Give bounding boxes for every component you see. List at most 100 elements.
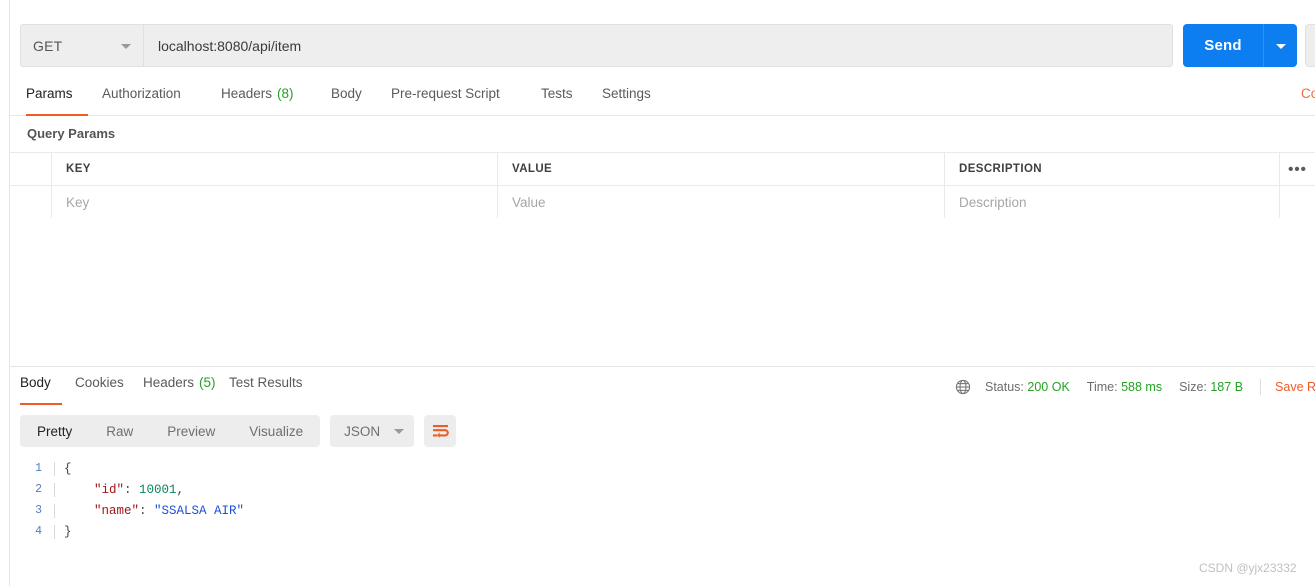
code-token: , <box>176 482 185 497</box>
code-token: : <box>139 503 155 518</box>
status-label: Status: <box>985 380 1024 394</box>
param-value-input[interactable]: Value <box>498 186 945 218</box>
row-actions <box>1280 186 1315 218</box>
query-params-title: Query Params <box>27 126 116 141</box>
tab-pre-request-script[interactable]: Pre-request Script <box>391 82 522 116</box>
tab-label: Pre-request Script <box>391 86 500 101</box>
response-tab-headers[interactable]: Headers (5) <box>143 371 217 405</box>
code-token: "id" <box>64 482 125 497</box>
response-view-mode-group: Pretty Raw Preview Visualize <box>20 415 321 447</box>
http-method-label: GET <box>33 37 63 54</box>
send-options-chevron-icon[interactable] <box>1263 24 1297 67</box>
view-mode-visualize[interactable]: Visualize <box>232 415 320 447</box>
tab-count: (8) <box>277 86 294 101</box>
header-value: VALUE <box>498 153 945 185</box>
cookies-link[interactable]: Co <box>1301 86 1315 101</box>
code-content: "name": "SSALSA AIR" <box>54 503 1300 518</box>
send-button-group: Send <box>1183 24 1297 67</box>
wrap-lines-button[interactable] <box>424 415 457 447</box>
tab-label: Settings <box>602 86 651 101</box>
postman-window: GET Send Params Authorization Headers (8)… <box>0 0 1315 586</box>
code-line: 1 { <box>20 458 1300 479</box>
header-checkbox-cell <box>10 153 52 185</box>
code-token: 10001 <box>139 482 177 497</box>
param-key-input[interactable]: Key <box>52 186 498 218</box>
query-params-table: KEY VALUE DESCRIPTION ••• Key Value Desc… <box>10 152 1315 219</box>
tab-label: Test Results <box>229 375 303 390</box>
table-row: Key Value Description <box>10 186 1315 219</box>
view-mode-raw[interactable]: Raw <box>89 415 150 447</box>
code-line: 3 "name": "SSALSA AIR" <box>20 500 1300 521</box>
save-response-link[interactable]: Save R <box>1275 380 1315 394</box>
size-badge: Size: 187 B <box>1179 380 1243 394</box>
code-content: "id": 10001, <box>54 482 1300 497</box>
time-label: Time: <box>1086 380 1118 394</box>
send-button[interactable]: Send <box>1183 24 1263 67</box>
header-key: KEY <box>52 153 498 185</box>
code-line: 4 } <box>20 521 1300 542</box>
row-checkbox[interactable] <box>10 186 52 218</box>
code-line: 2 "id": 10001, <box>20 479 1300 500</box>
view-mode-preview[interactable]: Preview <box>150 415 232 447</box>
save-request-button[interactable] <box>1305 24 1315 67</box>
globe-icon <box>955 379 971 395</box>
tab-count: (5) <box>199 375 216 390</box>
http-method-select[interactable]: GET <box>21 25 144 66</box>
wrap-lines-icon <box>432 424 449 438</box>
response-language-select[interactable]: JSON <box>330 415 415 447</box>
param-description-input[interactable]: Description <box>945 186 1280 218</box>
watermark: CSDN @yjx23332 <box>1199 561 1297 575</box>
tab-label: Body <box>331 86 362 101</box>
response-tab-test-results[interactable]: Test Results <box>229 371 318 405</box>
tab-label: Headers <box>143 375 195 390</box>
request-tab-bar: Params Authorization Headers (8) Body Pre… <box>10 82 1315 116</box>
line-number: 1 <box>35 462 42 475</box>
code-token: { <box>64 461 72 476</box>
chevron-down-icon <box>394 428 405 434</box>
tab-settings[interactable]: Settings <box>602 82 666 116</box>
table-header-row: KEY VALUE DESCRIPTION ••• <box>10 153 1315 186</box>
code-content: { <box>54 461 1300 476</box>
code-token: "SSALSA AIR" <box>154 503 245 518</box>
tab-authorization[interactable]: Authorization <box>102 82 207 116</box>
time-value: 588 ms <box>1121 380 1163 394</box>
language-label: JSON <box>344 423 381 439</box>
request-url-input[interactable] <box>144 25 1172 66</box>
tab-label: Cookies <box>75 375 124 390</box>
line-number: 2 <box>35 483 42 496</box>
code-token: : <box>124 482 140 497</box>
tab-label: Headers <box>221 86 273 101</box>
tab-params[interactable]: Params <box>26 82 88 116</box>
tab-label: Tests <box>541 86 573 101</box>
size-value: 187 B <box>1210 380 1244 394</box>
response-divider <box>10 366 1315 367</box>
request-url-bar: GET <box>20 24 1173 67</box>
response-meta-bar: Status: 200 OK Time: 588 ms Size: 187 B … <box>955 379 1315 395</box>
request-body-empty-area <box>10 218 1315 366</box>
header-description: DESCRIPTION <box>945 153 1280 185</box>
time-badge: Time: 588 ms <box>1087 380 1162 394</box>
tab-headers[interactable]: Headers (8) <box>221 82 315 116</box>
tab-label: Params <box>26 86 73 101</box>
tab-tests[interactable]: Tests <box>541 82 586 116</box>
tab-label: Body <box>20 375 51 390</box>
status-value: 200 OK <box>1027 380 1070 394</box>
meta-divider <box>1260 379 1262 395</box>
tab-label: Authorization <box>102 86 181 101</box>
size-label: Size: <box>1179 380 1207 394</box>
ellipsis-icon: ••• <box>1288 160 1307 178</box>
tab-body[interactable]: Body <box>331 82 374 116</box>
response-body-code[interactable]: 1 { 2 "id": 10001, 3 "name": "SSALSA AIR… <box>20 458 1300 542</box>
chevron-down-icon <box>121 43 131 49</box>
status-badge: Status: 200 OK <box>985 380 1070 394</box>
line-number: 3 <box>35 504 42 517</box>
view-mode-pretty[interactable]: Pretty <box>20 415 89 447</box>
bulk-edit-options-button[interactable]: ••• <box>1280 153 1315 185</box>
code-token: "name" <box>64 503 140 518</box>
code-content: } <box>54 524 1300 539</box>
response-tab-body[interactable]: Body <box>20 371 62 405</box>
response-format-toolbar: Pretty Raw Preview Visualize JSON <box>20 415 457 447</box>
line-number: 4 <box>35 525 42 538</box>
response-tab-cookies[interactable]: Cookies <box>75 371 134 405</box>
code-token: } <box>64 524 72 539</box>
